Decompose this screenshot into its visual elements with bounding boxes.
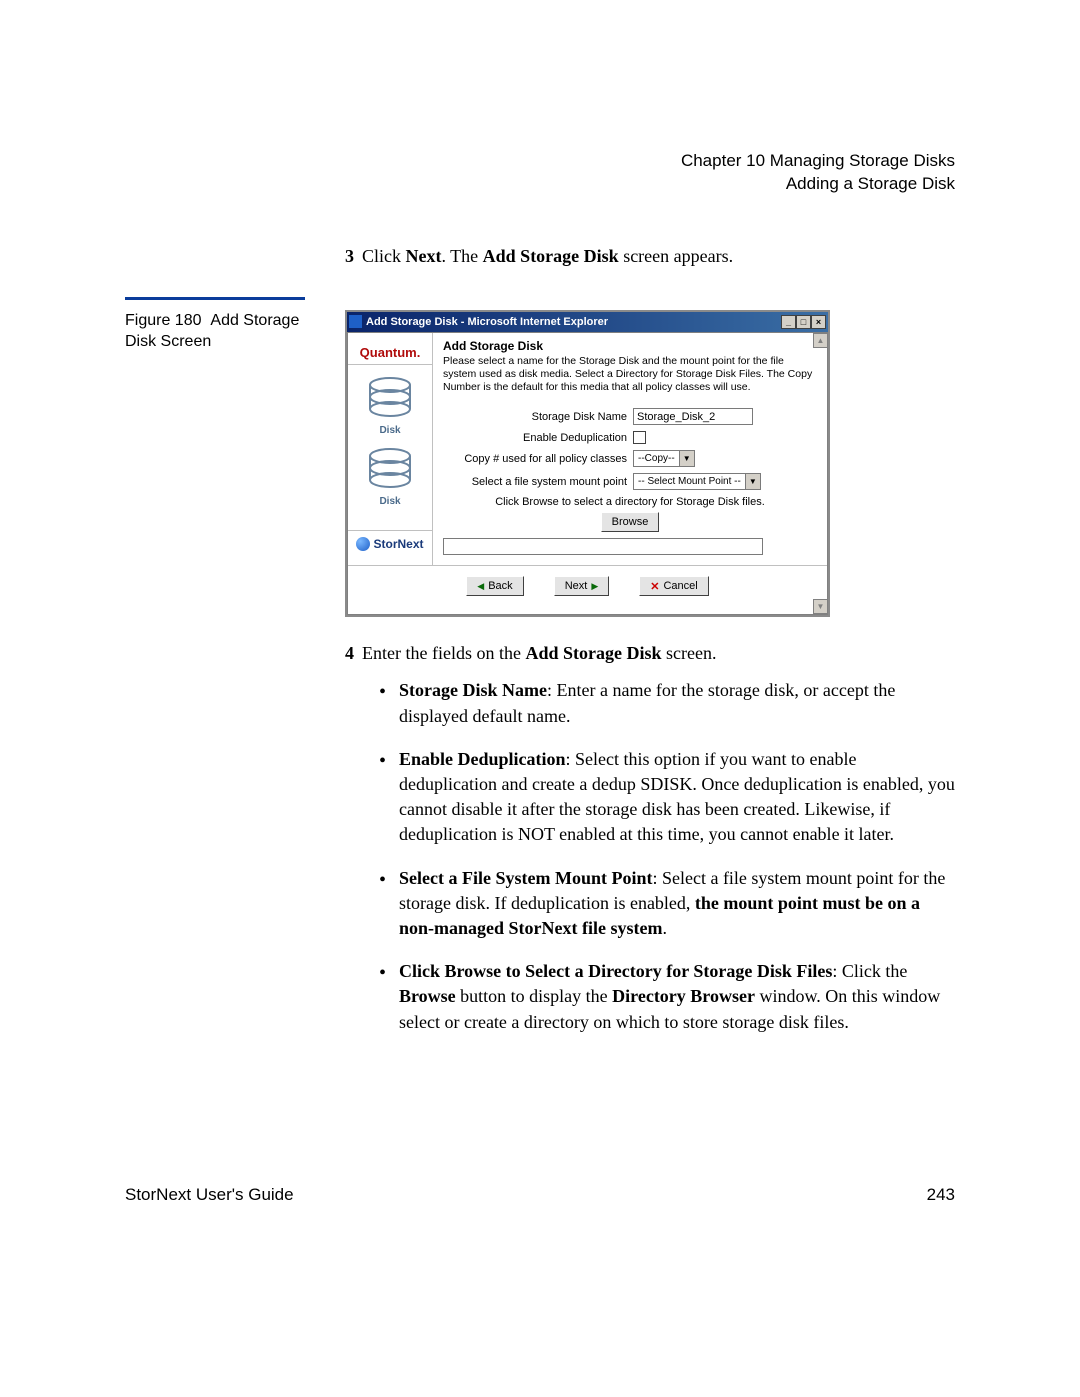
maximize-button[interactable]: □ xyxy=(796,315,811,329)
panel-description: Please select a name for the Storage Dis… xyxy=(443,355,817,394)
list-item: Select a File System Mount Point: Select… xyxy=(379,866,955,942)
storage-disk-name-input[interactable] xyxy=(633,408,753,425)
disk-icon-1: Disk xyxy=(366,375,414,436)
window-titlebar[interactable]: Add Storage Disk - Microsoft Internet Ex… xyxy=(347,312,828,332)
list-item: Enable Deduplication: Select this option… xyxy=(379,747,955,848)
chapter-label: Chapter 10 Managing Storage Disks xyxy=(125,150,955,173)
cancel-button[interactable]: ✕ Cancel xyxy=(639,576,708,596)
page-footer: StorNext User's Guide 243 xyxy=(125,1185,955,1205)
button-bar: ◀ Back Next ▶ ✕ Cancel xyxy=(348,565,827,614)
step-4: 4Enter the fields on the Add Storage Dis… xyxy=(345,641,955,1034)
step-3: 3Click Next. The Add Storage Disk screen… xyxy=(345,246,955,267)
figure-caption: Figure 180 Add Storage Disk Screen xyxy=(125,310,345,353)
browse-button[interactable]: Browse xyxy=(601,512,660,532)
storage-disk-name-label: Storage Disk Name xyxy=(443,411,633,423)
list-item: Storage Disk Name: Enter a name for the … xyxy=(379,678,955,728)
step-4-number: 4 xyxy=(345,643,354,663)
copy-number-label: Copy # used for all policy classes xyxy=(443,453,633,465)
minimize-button[interactable]: _ xyxy=(781,315,796,329)
back-button[interactable]: ◀ Back xyxy=(466,576,523,596)
page-header: Chapter 10 Managing Storage Disks Adding… xyxy=(125,150,955,196)
step-3-number: 3 xyxy=(345,246,354,266)
mount-point-label: Select a file system mount point xyxy=(443,476,633,488)
back-arrow-icon: ◀ xyxy=(477,581,484,592)
footer-left: StorNext User's Guide xyxy=(125,1185,294,1205)
panel-title: Add Storage Disk xyxy=(443,339,817,353)
scroll-down-icon[interactable]: ▼ xyxy=(813,599,828,614)
stornext-logo: StorNext xyxy=(348,530,432,557)
side-column: Quantum. Disk xyxy=(348,333,433,565)
copy-number-select[interactable]: --Copy-- ▼ xyxy=(633,450,695,467)
section-label: Adding a Storage Disk xyxy=(125,173,955,196)
cancel-x-icon: ✕ xyxy=(650,580,659,593)
page-content: Chapter 10 Managing Storage Disks Adding… xyxy=(125,150,955,1053)
quantum-logo: Quantum. xyxy=(348,341,432,365)
next-button[interactable]: Next ▶ xyxy=(554,576,610,596)
list-item: Click Browse to Select a Directory for S… xyxy=(379,959,955,1035)
enable-dedup-checkbox[interactable] xyxy=(633,431,646,444)
bullet-list: Storage Disk Name: Enter a name for the … xyxy=(345,678,955,1034)
ie-icon xyxy=(349,315,362,328)
footer-page-number: 243 xyxy=(927,1185,955,1205)
main-panel: Add Storage Disk Please select a name fo… xyxy=(433,333,827,565)
browse-hint: Click Browse to select a directory for S… xyxy=(443,496,817,508)
chevron-down-icon: ▼ xyxy=(745,474,760,489)
dialog-screenshot: Add Storage Disk - Microsoft Internet Ex… xyxy=(345,310,830,617)
window-body: ▲ Quantum. Disk xyxy=(347,332,828,615)
figure-row: Figure 180 Add Storage Disk Screen Add S… xyxy=(125,310,955,617)
figure-rule xyxy=(125,297,305,300)
close-button[interactable]: × xyxy=(811,315,826,329)
mount-point-select[interactable]: -- Select Mount Point -- ▼ xyxy=(633,473,761,490)
stornext-orb-icon xyxy=(356,537,370,551)
window-title: Add Storage Disk - Microsoft Internet Ex… xyxy=(366,316,608,328)
chevron-down-icon: ▼ xyxy=(679,451,694,466)
next-arrow-icon: ▶ xyxy=(591,581,598,592)
form: Storage Disk Name Enable Deduplication C… xyxy=(443,408,817,555)
directory-path-input[interactable] xyxy=(443,538,763,555)
scroll-up-icon[interactable]: ▲ xyxy=(813,333,828,348)
enable-dedup-label: Enable Deduplication xyxy=(443,432,633,444)
disk-icon-2: Disk xyxy=(366,446,414,507)
